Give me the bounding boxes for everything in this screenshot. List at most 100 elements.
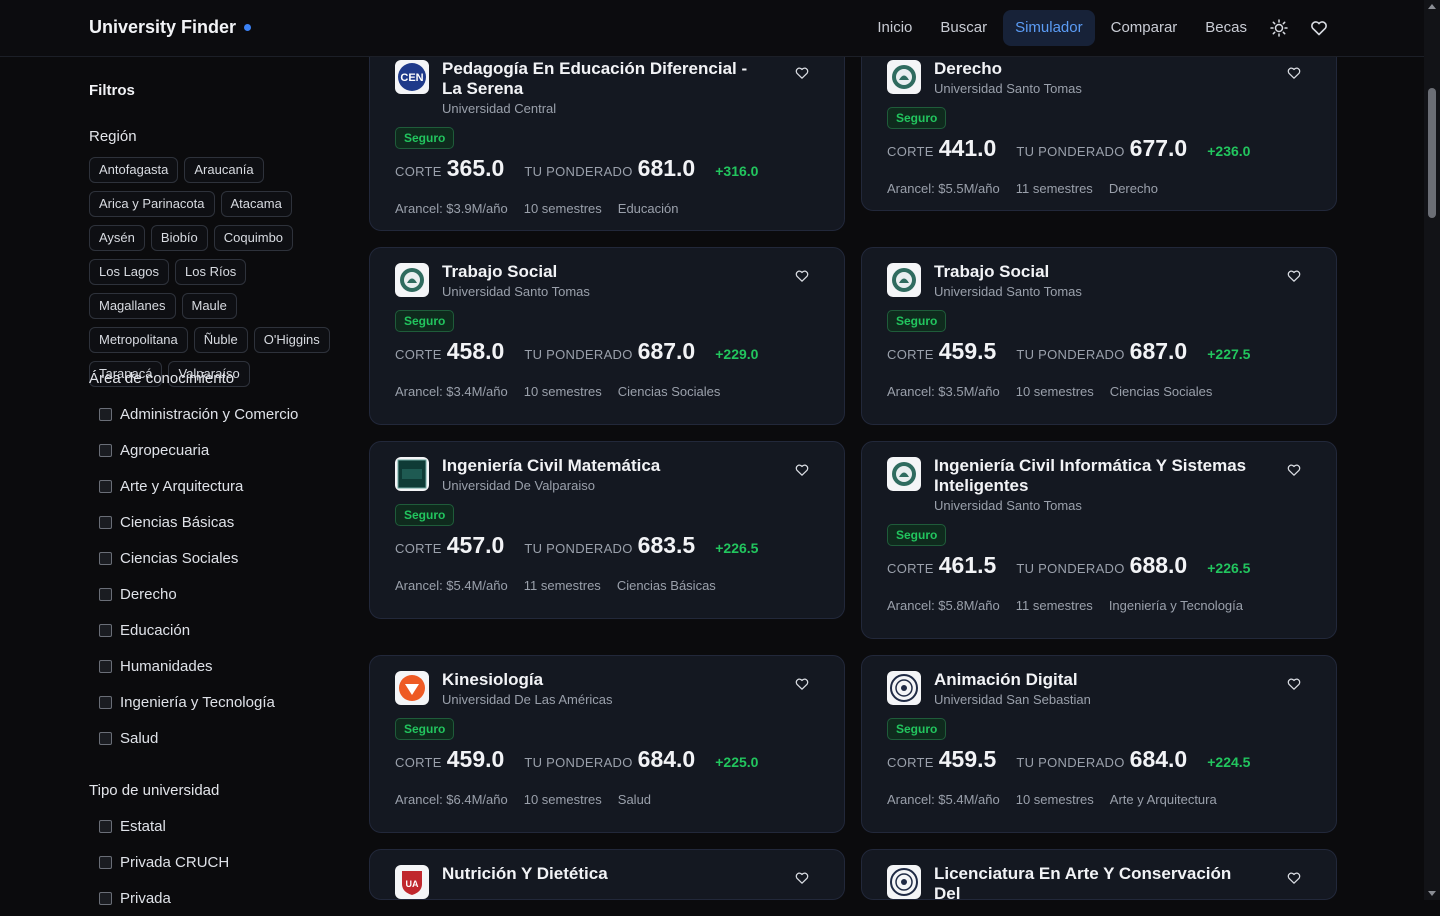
corte-label: CORTE	[887, 144, 934, 159]
scroll-thumb[interactable]	[1428, 88, 1436, 218]
favorite-heart-icon[interactable]	[1286, 65, 1302, 81]
nav-comparar[interactable]: Comparar	[1099, 10, 1190, 46]
program-card[interactable]: Ingeniería Civil Informática Y Sistemas …	[861, 441, 1337, 639]
program-meta: Arancel: $3.4M/año 10 semestres Ciencias S…	[395, 384, 736, 399]
favorite-heart-icon[interactable]	[1286, 268, 1302, 284]
program-card[interactable]: Derecho Universidad Santo Tomas Seguro CORT…	[861, 44, 1337, 211]
score-stats: CORTE 458.0 TU PONDERADO 687.0 +229.0	[395, 338, 758, 365]
status-badge: Seguro	[395, 127, 455, 149]
scroll-up-arrow[interactable]	[1428, 4, 1436, 9]
tipo-option[interactable]: Estatal	[89, 808, 349, 844]
program-name[interactable]: Ingeniería Civil Informática Y Sistemas …	[934, 456, 1254, 496]
region-chip[interactable]: Aysén	[89, 225, 145, 251]
corte-label: CORTE	[887, 347, 934, 362]
checkbox[interactable]	[99, 515, 112, 529]
program-name[interactable]: Pedagogía En Educación Diferencial - La …	[442, 59, 762, 99]
area: Ciencias Básicas	[616, 578, 716, 593]
favorite-heart-icon[interactable]	[1286, 676, 1302, 692]
program-name[interactable]: Trabajo Social	[934, 262, 1254, 282]
region-chip[interactable]: Magallanes	[89, 293, 176, 319]
tipo-option[interactable]: Privada	[89, 880, 349, 916]
checkbox[interactable]	[99, 407, 112, 421]
area-option[interactable]: Humanidades	[89, 648, 349, 684]
favorite-heart-icon[interactable]	[794, 65, 810, 81]
tipo-option[interactable]: Privada CRUCH	[89, 844, 349, 880]
area-option[interactable]: Ingeniería y Tecnología	[89, 684, 349, 720]
favorite-heart-icon[interactable]	[794, 462, 810, 478]
corte-label: CORTE	[887, 561, 934, 576]
region-chip[interactable]: Maule	[181, 293, 237, 319]
status-badge: Seguro	[395, 504, 455, 526]
heart-icon[interactable]	[1309, 18, 1329, 38]
checkbox[interactable]	[99, 587, 112, 601]
ponderado-value: 683.5	[637, 532, 696, 558]
sun-icon[interactable]	[1269, 18, 1289, 38]
area-option-label: Humanidades	[120, 657, 213, 675]
program-name[interactable]: Nutrición Y Dietética	[442, 864, 762, 884]
region-chip[interactable]: Metropolitana	[89, 327, 188, 353]
program-card[interactable]: Kinesiología Universidad De Las Américas S…	[369, 655, 845, 833]
region-chip[interactable]: Ñuble	[193, 327, 248, 353]
top-header: University Finder Inicio Buscar Simulado…	[0, 0, 1424, 57]
page-scrollbar[interactable]	[1424, 0, 1440, 900]
program-name[interactable]: Animación Digital	[934, 670, 1254, 690]
program-name[interactable]: Trabajo Social	[442, 262, 762, 282]
favorite-heart-icon[interactable]	[794, 676, 810, 692]
program-card[interactable]: Animación Digital Universidad San Sebasti…	[861, 655, 1337, 833]
area-option[interactable]: Salud	[89, 720, 349, 756]
region-chip[interactable]: Biobío	[150, 225, 208, 251]
nav-buscar[interactable]: Buscar	[928, 10, 999, 46]
favorite-heart-icon[interactable]	[1286, 870, 1302, 886]
program-name[interactable]: Derecho	[934, 59, 1254, 79]
checkbox[interactable]	[99, 551, 112, 565]
checkbox[interactable]	[99, 443, 112, 457]
nav-simulador[interactable]: Simulador	[1003, 10, 1095, 46]
score-stats: CORTE 461.5 TU PONDERADO 688.0 +226.5	[887, 552, 1250, 579]
area-option[interactable]: Ciencias Sociales	[89, 540, 349, 576]
program-card[interactable]: Trabajo Social Universidad Santo Tomas Seg…	[369, 247, 845, 425]
region-chip[interactable]: Los Ríos	[175, 259, 247, 285]
region-chip[interactable]: Arica y Parinacota	[89, 191, 215, 217]
checkbox[interactable]	[99, 731, 112, 745]
checkbox[interactable]	[99, 659, 112, 673]
region-chip[interactable]: Araucanía	[184, 157, 264, 183]
area-option[interactable]: Ciencias Básicas	[89, 504, 349, 540]
checkbox[interactable]	[99, 695, 112, 709]
semestres: 11 semestres	[1015, 181, 1093, 196]
program-name[interactable]: Kinesiología	[442, 670, 762, 690]
area-option[interactable]: Derecho	[89, 576, 349, 612]
svg-text:UA: UA	[406, 879, 419, 889]
semestres: 10 semestres	[523, 792, 602, 807]
favorite-heart-icon[interactable]	[794, 268, 810, 284]
area-option[interactable]: Administración y Comercio	[89, 396, 349, 432]
area-option[interactable]: Agropecuaria	[89, 432, 349, 468]
checkbox[interactable]	[99, 855, 112, 869]
program-name[interactable]: Licenciatura En Arte Y Conservación Del	[934, 864, 1254, 899]
brand-logo[interactable]: University Finder	[89, 17, 252, 38]
region-chip[interactable]: Los Lagos	[89, 259, 169, 285]
area-option[interactable]: Arte y Arquitectura	[89, 468, 349, 504]
checkbox[interactable]	[99, 623, 112, 637]
region-chip[interactable]: Atacama	[220, 191, 292, 217]
area-option[interactable]: Educación	[89, 612, 349, 648]
area-option-label: Educación	[120, 621, 191, 639]
scroll-down-arrow[interactable]	[1428, 891, 1436, 896]
checkbox[interactable]	[99, 819, 112, 833]
region-chip[interactable]: Coquimbo	[213, 225, 294, 251]
nav-becas[interactable]: Becas	[1193, 10, 1259, 46]
region-chip[interactable]: O'Higgins	[253, 327, 330, 353]
favorite-heart-icon[interactable]	[1286, 462, 1302, 478]
program-card[interactable]: CEN Pedagogía En Educación Diferencial - …	[369, 44, 845, 231]
program-name[interactable]: Ingeniería Civil Matemática	[442, 456, 762, 476]
program-card[interactable]: Ingeniería Civil Matemática Universidad D…	[369, 441, 845, 619]
checkbox[interactable]	[99, 891, 112, 905]
checkbox[interactable]	[99, 479, 112, 493]
university-name: Universidad San Sebastian	[934, 692, 1091, 707]
program-card[interactable]: Trabajo Social Universidad Santo Tomas Seg…	[861, 247, 1337, 425]
corte-value: 461.5	[938, 552, 997, 578]
favorite-heart-icon[interactable]	[794, 870, 810, 886]
region-chip[interactable]: Antofagasta	[89, 157, 179, 183]
program-card[interactable]: UA Nutrición Y Dietética	[369, 849, 845, 900]
nav-inicio[interactable]: Inicio	[865, 10, 924, 46]
program-card[interactable]: Licenciatura En Arte Y Conservación Del	[861, 849, 1337, 900]
